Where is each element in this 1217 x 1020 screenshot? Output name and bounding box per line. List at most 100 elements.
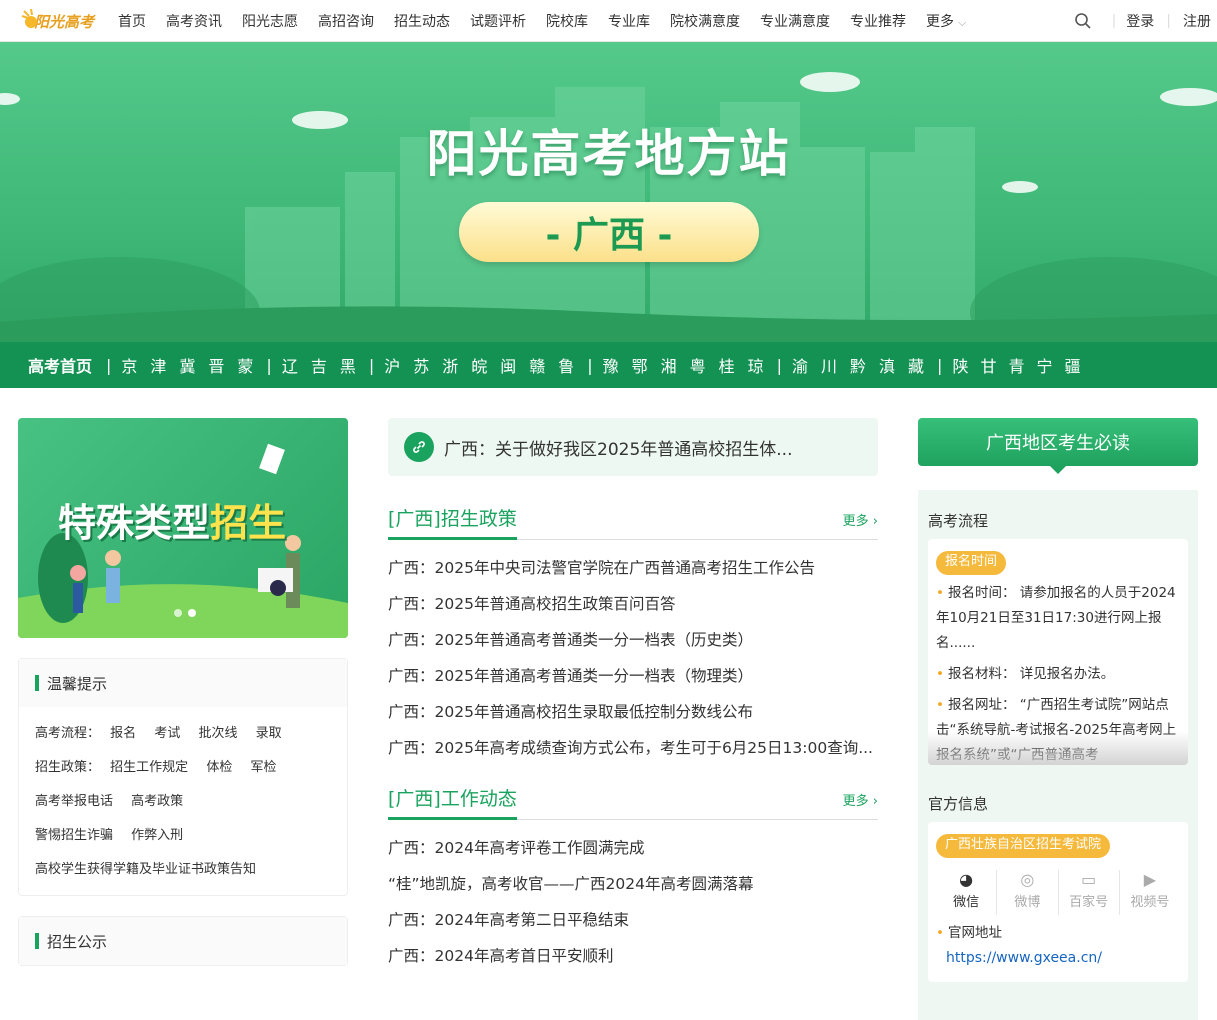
special-admission-banner[interactable]: 特殊类型招生 [18,418,348,638]
tips-link[interactable]: 高考政策 [131,794,183,809]
nav-item-major-recommend[interactable]: 专业推荐 [850,11,906,31]
tips-link[interactable]: 作弊入刑 [131,828,183,843]
list-item[interactable]: 广西：2025年普通高考普通类一分一档表（历史类） [388,622,878,658]
separator: | [776,355,783,375]
policy-more-link[interactable]: 更多 › [843,510,878,529]
tab-weibo[interactable]: ◎ 微博 [997,870,1059,915]
city-skyline-illustration [0,72,1217,342]
login-link[interactable]: 登录 [1126,11,1154,31]
list-item[interactable]: 广西：2025年中央司法警官学院在广西普通高考招生工作公告 [388,550,878,586]
region-name: - 广西 - [545,215,673,256]
more-label: 更多 [842,794,869,809]
register-link[interactable]: 注册 [1183,11,1211,31]
site-logo[interactable]: 阳光高考 [20,6,100,36]
public-notice-title: 招生公示 [47,932,108,951]
user-area: | 登录 | 注册 [1074,0,1217,42]
flow-badge[interactable]: 报名时间 [936,551,1007,575]
tips-row: 警惕招生诈骗 作弊入刑 [35,819,331,853]
work-more-link[interactable]: 更多 › [843,790,878,809]
list-item[interactable]: 广西：2024年高考第二日平稳结束 [388,902,878,938]
tab-wechat[interactable]: ◕ 微信 [936,870,998,915]
public-notice-box: 招生公示 [18,916,348,966]
tips-link[interactable]: 军检 [250,760,276,775]
province-bar: 高考首页 | 京津冀晋蒙 | 辽吉黑 | 沪苏浙皖闽赣鲁 | 豫鄂湘粤桂琼 | … [0,342,1217,388]
list-item[interactable]: 广西：2025年普通高考普通类一分一档表（物理类） [388,658,878,694]
policy-section-header: [广西]招生政策 更多 › [388,504,878,540]
link-icon [404,432,434,462]
must-read-title: 广西地区考生必读 [986,433,1130,454]
nav-item-volunteer[interactable]: 阳光志愿 [242,11,298,31]
notice-ticker[interactable]: 广西：关于做好我区2025年普通高校招生体... [388,418,878,476]
tips-title: 温馨提示 [47,674,108,693]
list-item[interactable]: 广西：2024年高考首日平安顺利 [388,938,878,974]
separator: | [266,355,272,375]
bullet-icon: • [936,585,944,601]
official-title: 官方信息 [928,795,989,813]
tips-link[interactable]: 报名 [110,726,136,741]
nav-item-admission[interactable]: 招生动态 [394,11,450,31]
wechat-icon: ◕ [959,870,974,889]
tips-link[interactable]: 招生工作规定 [110,760,188,775]
tips-row-label: 招生政策： [35,760,101,775]
province-group[interactable]: 陕甘青宁疆 [952,353,1092,377]
region-pill: - 广西 - [459,202,759,262]
separator: | [587,355,593,375]
list-item[interactable]: 广西：2024年高考评卷工作圆满完成 [388,830,878,866]
province-group[interactable]: 辽吉黑 [282,353,369,377]
bullet-icon: • [936,925,944,941]
bullet-icon: • [936,666,944,682]
tips-row: 高校学生获得学籍及毕业证书政策告知 [35,853,331,887]
flow-card: 报名时间 • 报名时间： 请参加报名的人员于2024年10月21日至31日17:3… [928,539,1188,765]
province-group[interactable]: 京津冀晋蒙 [121,353,266,377]
tips-link[interactable]: 警惕招生诈骗 [35,828,113,843]
banner-title: 特殊类型招生 [58,492,286,547]
separator: | [368,355,375,375]
tab-label: 微博 [1014,895,1041,910]
official-badge[interactable]: 广西壮族自治区招生考试院 [936,834,1111,858]
tips-row: 高考举报电话 高考政策 [35,785,331,819]
work-section-header: [广西]工作动态 更多 › [388,784,878,820]
list-item[interactable]: “桂”地凯旋，高考收官——广西2024年高考圆满落幕 [388,866,878,902]
search-icon[interactable] [1074,12,1092,30]
divider: | [1111,13,1117,29]
flow-item: • 报名材料： 详见报名办法。 [936,662,1180,687]
tips-link[interactable]: 考试 [154,726,180,741]
nav-item-majors[interactable]: 专业库 [608,11,650,31]
flow-item-value: 详见报名办法。 [1019,666,1115,682]
list-item[interactable]: 广西：2025年普通高校招生录取最低控制分数线公布 [388,694,878,730]
nav-item-more[interactable]: 更多 ⌵ [926,11,986,31]
tips-header: 温馨提示 [19,659,347,707]
tips-link[interactable]: 批次线 [198,726,237,741]
tab-video[interactable]: ▶ 视频号 [1120,870,1180,915]
public-notice-header: 招生公示 [19,917,347,965]
list-item[interactable]: 广西：2025年普通高校招生政策百问百答 [388,586,878,622]
nav-item-home[interactable]: 首页 [118,11,146,31]
video-icon: ▶ [1143,870,1157,889]
nav-item-consult[interactable]: 高招咨询 [318,11,374,31]
tips-link[interactable]: 体检 [206,760,232,775]
banner-title-main: 特殊类型 [58,501,211,545]
tab-baijiahao[interactable]: ▭ 百家号 [1059,870,1120,915]
tips-link[interactable]: 高校学生获得学籍及毕业证书政策告知 [35,862,256,877]
province-group[interactable]: 沪苏浙皖闽赣鲁 [384,353,587,377]
province-group[interactable]: 豫鄂湘粤桂琼 [603,353,777,377]
divider: | [1166,13,1171,29]
tab-label: 百家号 [1069,895,1109,910]
tips-row: 高考流程： 报名 考试 批次线 录取 [35,717,331,751]
province-home-link[interactable]: 高考首页 [28,353,92,377]
nav-item-college-satisfaction[interactable]: 院校满意度 [670,11,740,31]
nav-item-major-satisfaction[interactable]: 专业满意度 [760,11,830,31]
official-site-link[interactable]: https://www.gxeea.cn/ [936,946,1180,971]
list-item[interactable]: 广西：2025年高考成绩查询方式公布，考生可于6月25日13:00查询... [388,730,878,766]
tips-link[interactable]: 高考举报电话 [35,794,113,809]
right-column: 广西地区考生必读 高考流程 报名时间 • 报名时间： 请参加报名的人员于2024年… [918,418,1198,1020]
official-card: 广西壮族自治区招生考试院 ◕ 微信 ◎ 微博 ▭ 百家号 ▶ 视频号 • 官网地址 htt… [928,822,1188,982]
nav-item-exam-review[interactable]: 试题评析 [470,11,526,31]
flow-item-key: 报名材料： [947,666,1016,682]
nav-item-news[interactable]: 高考资讯 [166,11,222,31]
tips-link[interactable]: 录取 [256,726,282,741]
bullet-icon: • [936,697,944,713]
province-group[interactable]: 渝川黔滇藏 [792,353,937,377]
nav-item-colleges[interactable]: 院校库 [546,11,588,31]
tab-label: 微信 [953,895,980,910]
